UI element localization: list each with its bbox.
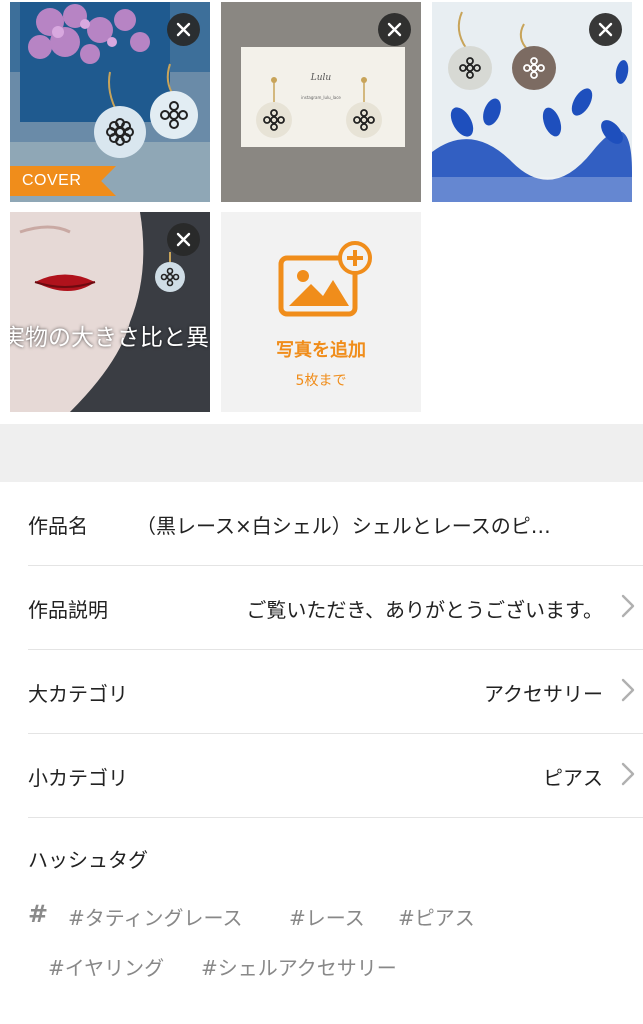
- sub-category-label: 小カテゴリ: [28, 766, 128, 790]
- section-divider: [0, 424, 643, 482]
- hashtag-chip[interactable]: #イヤリング: [48, 952, 164, 981]
- hashtag-icon: #: [28, 900, 49, 928]
- card-sub-text: instagram_lulu_lace: [301, 95, 341, 100]
- hashtag-chip[interactable]: #タティングレース: [68, 902, 243, 931]
- title-row[interactable]: 作品名 （黒レース×白シェル）シェルとレースのピ…: [28, 482, 643, 566]
- description-row[interactable]: 作品説明 ご覧いただき、ありがとうございます。: [28, 566, 643, 650]
- remove-photo-button[interactable]: [167, 223, 200, 256]
- close-icon: [387, 22, 402, 37]
- remove-photo-button[interactable]: [589, 13, 622, 46]
- item-form: 作品名 （黒レース×白シェル）シェルとレースのピ… 作品説明 ご覧いただき、あり…: [0, 482, 643, 1024]
- add-photo-button[interactable]: 写真を追加 5枚まで: [221, 212, 421, 412]
- chevron-right-icon: [615, 762, 643, 792]
- chevron-right-icon: [615, 594, 643, 624]
- main-category-value: アクセサリー: [484, 682, 603, 706]
- hashtag-section: ハッシュタグ # #タティングレース #レース #ピアス #イヤリング #シェル…: [28, 818, 643, 1024]
- add-image-icon: [278, 241, 372, 317]
- hashtag-title: ハッシュタグ: [28, 848, 148, 872]
- photo-thumbnail-1[interactable]: COVER: [10, 2, 210, 202]
- photo-overlay-text: 実物の大きさ比と異なりま: [10, 325, 210, 351]
- title-value: （黒レース×白シェル）シェルとレースのピ…: [136, 514, 551, 538]
- card-brand-text: Lulu: [310, 73, 332, 83]
- photo-thumbnail-4[interactable]: 実物の大きさ比と異なりま: [10, 212, 210, 412]
- cover-badge: COVER: [10, 166, 116, 196]
- main-category-row[interactable]: 大カテゴリ アクセサリー: [28, 650, 643, 734]
- main-category-label: 大カテゴリ: [28, 682, 128, 706]
- remove-photo-button[interactable]: [378, 13, 411, 46]
- close-icon: [176, 22, 191, 37]
- hashtag-chip[interactable]: #ピアス: [398, 902, 475, 931]
- hashtag-chip[interactable]: #シェルアクセサリー: [201, 952, 397, 981]
- description-label: 作品説明: [28, 598, 108, 622]
- photo-thumbnail-3[interactable]: [432, 2, 632, 202]
- add-photo-limit: 5枚まで: [295, 373, 347, 389]
- chevron-right-icon: [615, 678, 643, 708]
- close-icon: [598, 22, 613, 37]
- add-photo-label: 写真を追加: [276, 340, 366, 361]
- photo-thumbnail-2[interactable]: Lulu instagram_lulu_lace: [221, 2, 421, 202]
- sub-category-row[interactable]: 小カテゴリ ピアス: [28, 734, 643, 818]
- title-label: 作品名: [28, 514, 88, 538]
- description-value: ご覧いただき、ありがとうございます。: [246, 598, 603, 622]
- remove-photo-button[interactable]: [167, 13, 200, 46]
- close-icon: [176, 232, 191, 247]
- sub-category-value: ピアス: [543, 766, 603, 790]
- hashtag-chip[interactable]: #レース: [289, 902, 365, 931]
- photo-grid: COVER Lulu instagram_lulu_lace 実物の大きさ比と異…: [0, 0, 643, 424]
